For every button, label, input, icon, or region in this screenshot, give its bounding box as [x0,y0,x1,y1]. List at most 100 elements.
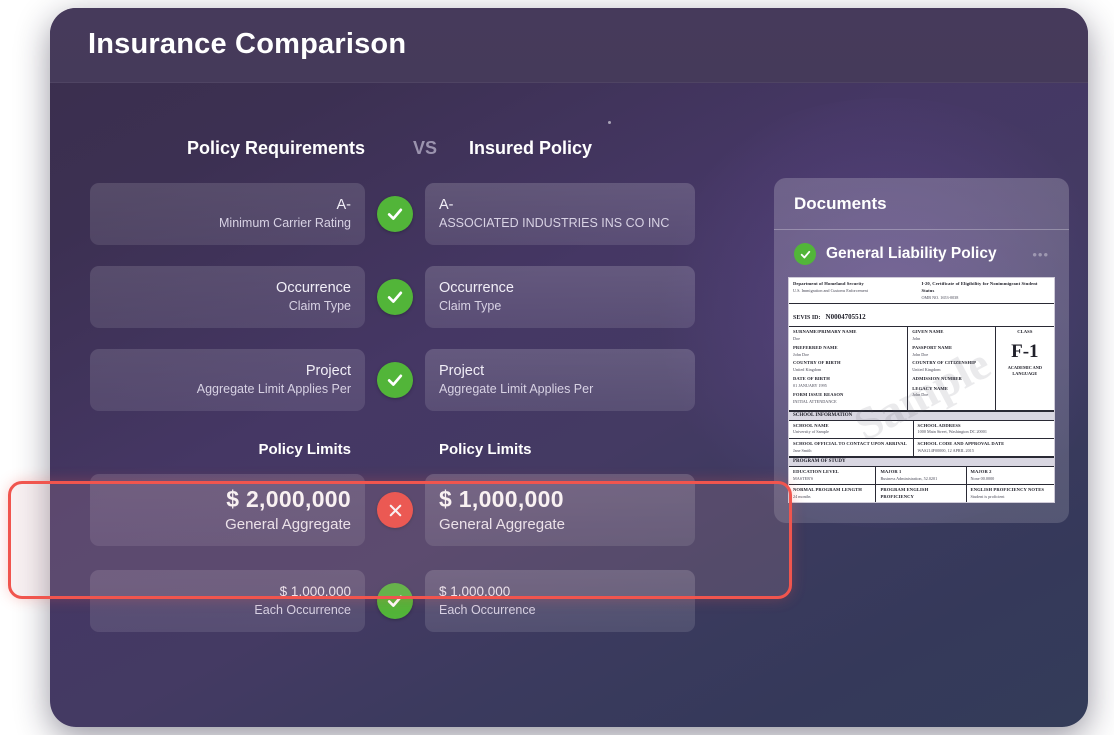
field-value: John Doe [912,392,929,398]
row-status [365,362,425,398]
row-status [365,583,425,619]
documents-panel-title: Documents [794,193,887,213]
check-icon [377,583,413,619]
document-list-item[interactable]: General Liability Policy ••• [774,230,1069,275]
preview-sevis-label: SEVIS ID: [793,315,821,322]
preview-class-caption: ACADEMIC AND LANGUAGE [1007,364,1042,376]
preview-omb: OMB NO. 1653-0038 [921,294,959,300]
field-value: United Kingdom [912,367,941,373]
insured-value: A- [439,196,454,213]
field-label: MAJOR 1 [880,468,902,474]
field-value: INITIAL ATTENDANCE [793,398,837,404]
field-label: COUNTRY OF CITIZENSHIP [912,360,976,366]
field-value: MASTER'S [793,475,814,481]
more-options-icon[interactable]: ••• [1032,247,1049,262]
preview-school-block-2: SCHOOL OFFICIAL TO CONTACT UPON ARRIVAL … [789,438,1054,457]
comparison-row: $ 1,000,000 Each Occurrence $ 1,000,000 … [90,570,790,632]
insured-label: Each Occurrence [439,602,536,617]
requirement-value: $ 2,000,000 [226,486,351,513]
requirement-cell[interactable]: Occurrence Claim Type [90,266,365,328]
requirement-value: $ 1,000,000 [279,584,351,600]
field-value: United Kingdom [793,367,822,373]
check-icon [377,196,413,232]
requirement-label: Aggregate Limit Applies Per [196,382,351,397]
section-policy-limits: Policy Limits Policy Limits [90,432,790,466]
field-label: ADMISSION NUMBER [912,376,962,382]
requirement-cell[interactable]: Project Aggregate Limit Applies Per [90,349,365,411]
comparison-row: Occurrence Claim Type Occurrence Claim T… [90,266,790,328]
insured-cell[interactable]: A- ASSOCIATED INDUSTRIES INS CO INC [425,183,695,245]
insured-cell[interactable]: $ 1,000,000 Each Occurrence [425,570,695,632]
requirement-cell[interactable]: $ 2,000,000 General Aggregate [90,474,365,546]
field-label: EDUCATION LEVEL [793,468,839,474]
preview-program-block-2: NORMAL PROGRAM LENGTH 24 months PROGRAM E… [789,485,1054,502]
field-label: SCHOOL OFFICIAL TO CONTACT UPON ARRIVAL [793,440,907,446]
column-header-insured: Insured Policy [469,138,593,158]
field-value: University of Sample [793,429,829,435]
row-status [365,492,425,528]
field-value: 24 months [793,493,811,499]
field-value: 1000 Main Street, Washington DC 20001 [917,429,987,435]
field-value: John Doe [912,351,929,357]
field-value: 01 JANUARY 1995 [793,383,827,389]
requirement-value: Project [305,362,351,379]
field-label: SURNAME/PRIMARY NAME [793,329,857,335]
preview-program-block: EDUCATION LEVEL MASTER'S MAJOR 1 Business … [789,466,1054,486]
preview-class-value: F-1 [1011,340,1039,362]
field-label: SCHOOL NAME [793,422,829,428]
insured-value: Occurrence [439,279,514,296]
field-value: Student is proficient [970,493,1005,499]
insured-label: ASSOCIATED INDUSTRIES INS CO INC [439,216,670,231]
document-preview-thumbnail[interactable]: Sample Department of Homeland Security U… [788,277,1055,503]
decorative-dot [608,121,611,124]
check-icon [794,243,816,265]
row-status [365,196,425,232]
insured-cell[interactable]: Project Aggregate Limit Applies Per [425,349,695,411]
preview-class-label: CLASS [1017,329,1033,335]
field-label: COUNTRY OF BIRTH [793,360,841,366]
preview-section-school: SCHOOL INFORMATION [789,410,1054,421]
field-label: PREFERRED NAME [793,344,838,350]
field-label: MAJOR 2 [970,468,992,474]
field-label: GIVEN NAME [912,329,944,335]
insured-label: Claim Type [439,299,502,314]
preview-form-title: I-20, Certificate of Eligibility for Non… [921,281,1038,293]
insured-cell[interactable]: Occurrence Claim Type [425,266,695,328]
field-value: Doe [793,335,800,341]
requirement-value: Occurrence [276,279,351,296]
requirement-label: Minimum Carrier Rating [219,216,351,231]
insured-label: Aggregate Limit Applies Per [439,382,594,397]
app-titlebar: Insurance Comparison [50,8,1088,83]
close-icon [377,492,413,528]
check-icon [377,279,413,315]
field-value: John Doe [793,351,809,357]
insured-label: General Aggregate [439,516,565,534]
document-title: General Liability Policy [826,245,997,262]
requirement-label: General Aggregate [225,516,351,534]
requirement-cell[interactable]: $ 1,000,000 Each Occurrence [90,570,365,632]
check-icon [377,362,413,398]
preview-agency: Department of Homeland Security [793,281,864,286]
field-label: ENGLISH PROFICIENCY NOTES [970,487,1045,493]
field-value: John [912,335,921,341]
requirement-label: Each Occurrence [254,602,351,617]
documents-panel-header: Documents [774,178,1069,230]
field-label: NORMAL PROGRAM LENGTH [793,487,862,493]
preview-agency-sub: U.S. Immigration and Customs Enforcement [793,287,868,293]
column-header-requirements: Policy Requirements [186,138,365,158]
preview-identity-block: SURNAME/PRIMARY NAME Doe PREFERRED NAME Jo… [789,327,1054,411]
insured-cell[interactable]: $ 1,000,000 General Aggregate [425,474,695,546]
comparison-row: Project Aggregate Limit Applies Per Proj… [90,349,790,411]
field-value: Jane Smith [793,447,812,453]
field-value: None 00.0000 [970,475,995,481]
comparison-row: A- Minimum Carrier Rating A- ASSOCIATED … [90,183,790,245]
row-status [365,279,425,315]
preview-section-program: PROGRAM OF STUDY [789,456,1054,467]
requirement-cell[interactable]: A- Minimum Carrier Rating [90,183,365,245]
requirement-label: Claim Type [288,299,351,314]
insured-value: $ 1,000,000 [439,584,511,600]
field-label: SCHOOL ADDRESS [917,422,961,428]
field-label: DATE OF BIRTH [793,376,830,382]
screenshot-root: Insurance Comparison Policy Requirements… [0,0,1114,735]
field-label: SCHOOL CODE AND APPROVAL DATE [917,440,1005,446]
